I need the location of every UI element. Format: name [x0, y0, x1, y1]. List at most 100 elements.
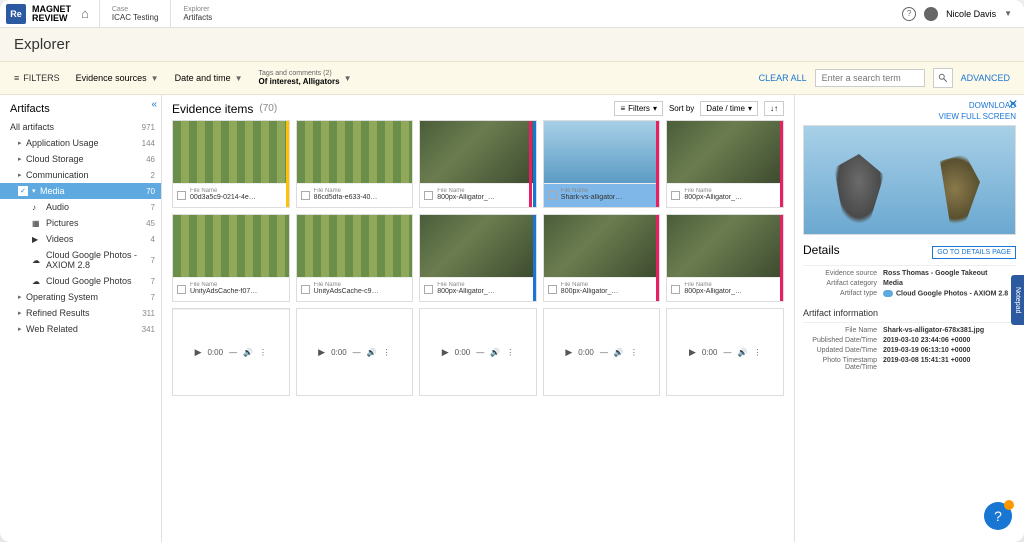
evidence-card[interactable]: File Name800px-Alligator_…	[666, 120, 784, 208]
volume-icon[interactable]: 🔊	[367, 348, 377, 357]
go-to-details-button[interactable]: GO TO DETAILS PAGE	[932, 246, 1016, 259]
card-checkbox[interactable]	[671, 191, 680, 200]
user-menu-chevron-icon[interactable]: ▼	[1004, 9, 1012, 18]
card-checkbox[interactable]	[424, 285, 433, 294]
artifact-info-title: Artifact information	[803, 308, 1016, 318]
breadcrumb-case[interactable]: Case ICAC Testing	[99, 0, 171, 27]
page-title: Explorer	[14, 36, 1010, 53]
tree-refined-results[interactable]: ▸Refined Results311	[0, 305, 161, 321]
date-time-dropdown[interactable]: Date and time▼	[175, 73, 243, 83]
tree-pictures[interactable]: ▦Pictures45	[0, 215, 161, 231]
card-checkbox[interactable]	[301, 285, 310, 294]
evidence-card[interactable]: File NameUnityAdsCache-f07…	[172, 214, 290, 302]
help-icon[interactable]: ?	[902, 7, 916, 21]
evidence-items-title: Evidence items	[172, 102, 253, 116]
evidence-card[interactable]: File Name86cd5dfa-e633-40…	[296, 120, 414, 208]
filters-button[interactable]: ≡ FILTERS	[14, 73, 60, 83]
app-header: Re MAGNET REVIEW ⌂ Case ICAC Testing Exp…	[0, 0, 1024, 28]
tree-cloud-google-photos-axiom[interactable]: ☁Cloud Google Photos - AXIOM 2.87	[0, 247, 161, 273]
user-name[interactable]: Nicole Davis	[946, 9, 996, 19]
evidence-card[interactable]: File Name800px-Alligator_…	[666, 214, 784, 302]
evidence-card-audio[interactable]: ▶0:00—🔊⋮	[666, 308, 784, 396]
evidence-items-count: (70)	[259, 103, 277, 114]
pictures-icon: ▦	[32, 219, 42, 228]
card-checkbox[interactable]	[548, 191, 557, 200]
play-icon[interactable]: ▶	[689, 347, 696, 358]
sort-dropdown[interactable]: Date / time ▾	[700, 101, 758, 116]
evidence-card[interactable]: File NameUnityAdsCache-c9…	[296, 214, 414, 302]
grid-filters-button[interactable]: ≡ Filters ▾	[614, 101, 662, 116]
tree-communication[interactable]: ▸Communication2	[0, 167, 161, 183]
filter-icon: ≡	[14, 73, 19, 83]
sort-label: Sort by	[669, 104, 694, 113]
cloud-icon	[883, 290, 893, 297]
tree-cloud-storage[interactable]: ▸Cloud Storage46	[0, 151, 161, 167]
search-button[interactable]	[933, 68, 953, 88]
notepad-tab[interactable]: Notepad	[1011, 275, 1024, 325]
search-icon	[938, 73, 948, 83]
evidence-card-audio[interactable]: ▶0:00—🔊⋮	[543, 308, 661, 396]
checkbox-icon[interactable]: ✓	[18, 186, 28, 196]
cloud-icon: ☁	[32, 256, 42, 265]
volume-icon[interactable]: 🔊	[737, 348, 747, 357]
play-icon[interactable]: ▶	[195, 347, 202, 358]
tags-dropdown[interactable]: Tags and comments (2) Of interest, Allig…	[259, 70, 352, 86]
sort-direction-button[interactable]: ↓↑	[764, 101, 784, 116]
evidence-card-audio[interactable]: ▶0:00—🔊⋮	[419, 308, 537, 396]
card-checkbox[interactable]	[671, 285, 680, 294]
volume-icon[interactable]: 🔊	[490, 348, 500, 357]
clear-all-button[interactable]: CLEAR ALL	[759, 73, 807, 83]
volume-icon[interactable]: 🔊	[614, 348, 624, 357]
play-icon[interactable]: ▶	[318, 347, 325, 358]
volume-icon[interactable]: 🔊	[243, 348, 253, 357]
sidebar-title: Artifacts	[0, 95, 161, 119]
close-icon[interactable]: ✕	[1008, 97, 1018, 111]
evidence-card[interactable]: File Name800px-Alligator_…	[419, 214, 537, 302]
tree-operating-system[interactable]: ▸Operating System7	[0, 289, 161, 305]
tree-all-artifacts[interactable]: All artifacts 971	[0, 119, 161, 135]
evidence-card[interactable]: File Name00d3a5c9-0214-4e…	[172, 120, 290, 208]
more-icon[interactable]: ⋮	[753, 348, 761, 357]
search-input[interactable]	[815, 69, 925, 87]
preview-image[interactable]	[803, 125, 1016, 235]
tree-application-usage[interactable]: ▸Application Usage144	[0, 135, 161, 151]
cloud-icon: ☁	[32, 277, 42, 286]
evidence-card-selected[interactable]: File NameShark-vs-alligator…	[543, 120, 661, 208]
download-link[interactable]: DOWNLOAD	[803, 101, 1016, 110]
advanced-button[interactable]: ADVANCED	[961, 73, 1010, 83]
play-icon[interactable]: ▶	[442, 347, 449, 358]
card-checkbox[interactable]	[177, 191, 186, 200]
breadcrumb-explorer[interactable]: Explorer Artifacts	[170, 0, 224, 27]
tree-cloud-google-photos[interactable]: ☁Cloud Google Photos7	[0, 273, 161, 289]
tree-web-related[interactable]: ▸Web Related341	[0, 321, 161, 337]
card-checkbox[interactable]	[548, 285, 557, 294]
evidence-card[interactable]: File Name800px-Alligator_…	[543, 214, 661, 302]
play-icon[interactable]: ▶	[565, 347, 572, 358]
artifacts-sidebar: « Artifacts All artifacts 971 ▸Applicati…	[0, 95, 162, 542]
tree-audio[interactable]: ♪Audio7	[0, 199, 161, 215]
help-chat-button[interactable]: ?	[984, 502, 1012, 530]
filter-bar: ≡ FILTERS Evidence sources▼ Date and tim…	[0, 62, 1024, 95]
logo-icon: Re	[6, 4, 26, 24]
card-checkbox[interactable]	[177, 285, 186, 294]
evidence-card-audio[interactable]: ▶0:00—🔊⋮	[296, 308, 414, 396]
evidence-card[interactable]: File Name800px-Alligator_…	[419, 120, 537, 208]
more-icon[interactable]: ⋮	[383, 348, 391, 357]
tree-videos[interactable]: ▶Videos4	[0, 231, 161, 247]
more-icon[interactable]: ⋮	[630, 348, 638, 357]
more-icon[interactable]: ⋮	[506, 348, 514, 357]
card-checkbox[interactable]	[424, 191, 433, 200]
fullscreen-link[interactable]: VIEW FULL SCREEN	[803, 112, 1016, 121]
details-title: Details	[803, 243, 932, 257]
home-icon[interactable]: ⌂	[81, 6, 89, 21]
page-title-bar: Explorer	[0, 28, 1024, 62]
more-icon[interactable]: ⋮	[259, 348, 267, 357]
card-checkbox[interactable]	[301, 191, 310, 200]
evidence-grid-panel: Evidence items (70) ≡ Filters ▾ Sort by …	[162, 95, 794, 542]
evidence-card-video[interactable]: ▶0:00—🔊⋮	[172, 308, 290, 396]
videos-icon: ▶	[32, 235, 42, 244]
audio-icon: ♪	[32, 203, 42, 212]
evidence-sources-dropdown[interactable]: Evidence sources▼	[76, 73, 159, 83]
tree-media[interactable]: ✓ ▾Media70	[0, 183, 161, 199]
collapse-sidebar-icon[interactable]: «	[151, 99, 157, 110]
